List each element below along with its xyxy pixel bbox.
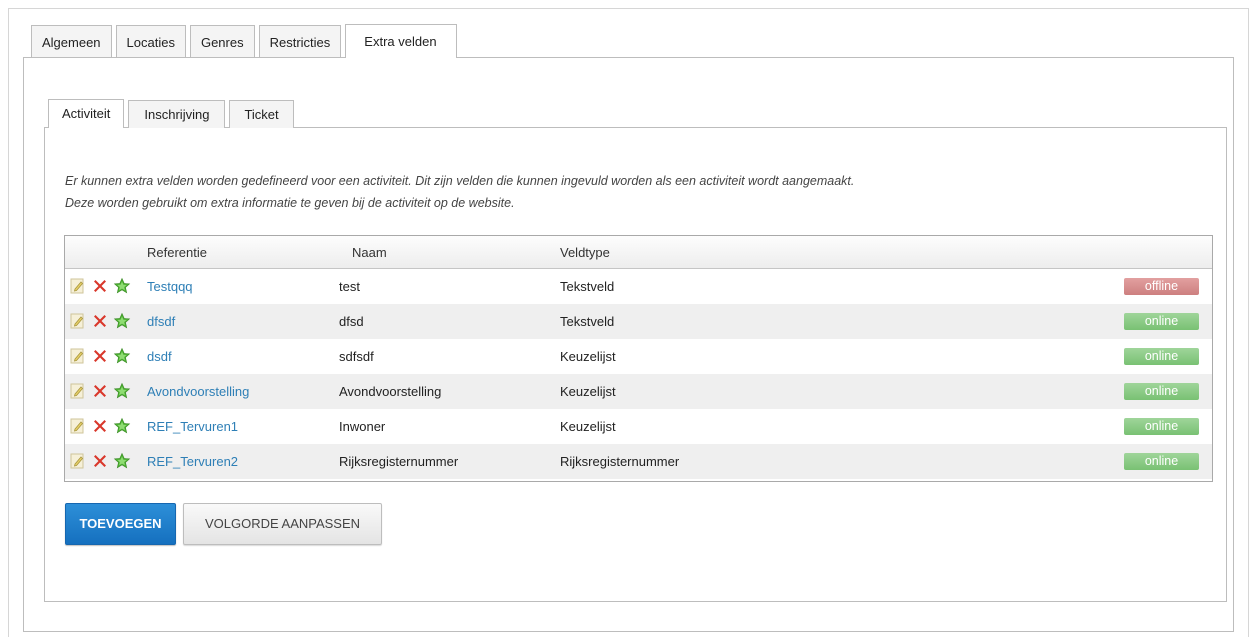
table-row: REF_Tervuren2 Rijksregisternummer Rijksreg… [65, 444, 1212, 479]
tab-restricties[interactable]: Restricties [258, 25, 342, 58]
extra-fields-table: Referentie Naam Veldtype Testqqq test Teks… [64, 235, 1213, 482]
table-row: REF_Tervuren1 Inwoner Keuzelijst online [65, 409, 1212, 444]
tab-algemeen[interactable]: Algemeen [31, 25, 112, 58]
row-naam: test [339, 279, 360, 294]
table-row: dsdf sdfsdf Keuzelijst online [65, 339, 1212, 374]
header-veldtype[interactable]: Veldtype [560, 245, 610, 260]
row-veldtype: Tekstveld [560, 279, 615, 294]
row-veldtype: Tekstveld [560, 314, 615, 329]
row-referentie-link[interactable]: dsdf [147, 349, 172, 364]
subtab-activiteit[interactable]: Activiteit [48, 99, 125, 128]
status-badge[interactable]: offline [1124, 278, 1199, 295]
status-badge[interactable]: online [1124, 348, 1199, 365]
sub-tab-bar: Activiteit Inschrijving Ticket [48, 99, 298, 128]
delete-icon[interactable] [91, 347, 109, 365]
row-naam: Rijksregisternummer [339, 454, 459, 469]
edit-icon[interactable] [69, 417, 87, 435]
row-naam: Inwoner [339, 419, 386, 434]
status-badge[interactable]: online [1124, 313, 1199, 330]
row-veldtype: Rijksregisternummer [560, 454, 680, 469]
tab-extra-velden[interactable]: Extra velden [345, 24, 457, 58]
edit-icon[interactable] [69, 452, 87, 470]
star-icon[interactable] [113, 347, 131, 365]
row-veldtype: Keuzelijst [560, 384, 616, 399]
delete-icon[interactable] [91, 417, 109, 435]
table-header: Referentie Naam Veldtype [65, 236, 1212, 269]
delete-icon[interactable] [91, 312, 109, 330]
table-body: Testqqq test Tekstveld offline dfsdf dfsd Teks… [65, 269, 1212, 479]
header-naam[interactable]: Naam [352, 245, 387, 260]
row-naam: sdfsdf [339, 349, 374, 364]
delete-icon[interactable] [91, 277, 109, 295]
delete-icon[interactable] [91, 452, 109, 470]
row-actions [69, 277, 131, 295]
tab-locaties[interactable]: Locaties [115, 25, 186, 58]
table-row: Avondvoorstelling Avondvoorstelling Keuzel… [65, 374, 1212, 409]
delete-icon[interactable] [91, 382, 109, 400]
row-naam: dfsd [339, 314, 364, 329]
row-referentie-link[interactable]: REF_Tervuren1 [147, 419, 238, 434]
row-referentie-link[interactable]: dfsdf [147, 314, 175, 329]
star-icon[interactable] [113, 382, 131, 400]
tab-genres[interactable]: Genres [189, 25, 255, 58]
star-icon[interactable] [113, 452, 131, 470]
star-icon[interactable] [113, 277, 131, 295]
star-icon[interactable] [113, 417, 131, 435]
edit-icon[interactable] [69, 382, 87, 400]
status-badge[interactable]: online [1124, 418, 1199, 435]
edit-icon[interactable] [69, 347, 87, 365]
subtab-inschrijving[interactable]: Inschrijving [128, 100, 226, 128]
status-badge[interactable]: online [1124, 453, 1199, 470]
add-button[interactable]: TOEVOEGEN [65, 503, 176, 545]
row-actions [69, 312, 131, 330]
reorder-button[interactable]: VOLGORDE AANPASSEN [183, 503, 382, 545]
row-actions [69, 347, 131, 365]
description-line-2: Deze worden gebruikt om extra informatie… [65, 196, 515, 210]
row-actions [69, 382, 131, 400]
row-veldtype: Keuzelijst [560, 419, 616, 434]
row-actions [69, 417, 131, 435]
row-referentie-link[interactable]: Testqqq [147, 279, 193, 294]
table-row: dfsdf dfsd Tekstveld online [65, 304, 1212, 339]
table-row: Testqqq test Tekstveld offline [65, 269, 1212, 304]
edit-icon[interactable] [69, 312, 87, 330]
row-veldtype: Keuzelijst [560, 349, 616, 364]
row-referentie-link[interactable]: REF_Tervuren2 [147, 454, 238, 469]
star-icon[interactable] [113, 312, 131, 330]
main-tab-bar: Algemeen Locaties Genres Restricties Ext… [31, 24, 461, 58]
description: Er kunnen extra velden worden gedefineer… [65, 170, 854, 214]
description-line-1: Er kunnen extra velden worden gedefineer… [65, 174, 855, 188]
edit-icon[interactable] [69, 277, 87, 295]
status-badge[interactable]: online [1124, 383, 1199, 400]
subtab-ticket[interactable]: Ticket [229, 100, 294, 128]
row-actions [69, 452, 131, 470]
row-naam: Avondvoorstelling [339, 384, 442, 399]
header-referentie[interactable]: Referentie [147, 245, 207, 260]
row-referentie-link[interactable]: Avondvoorstelling [147, 384, 249, 399]
